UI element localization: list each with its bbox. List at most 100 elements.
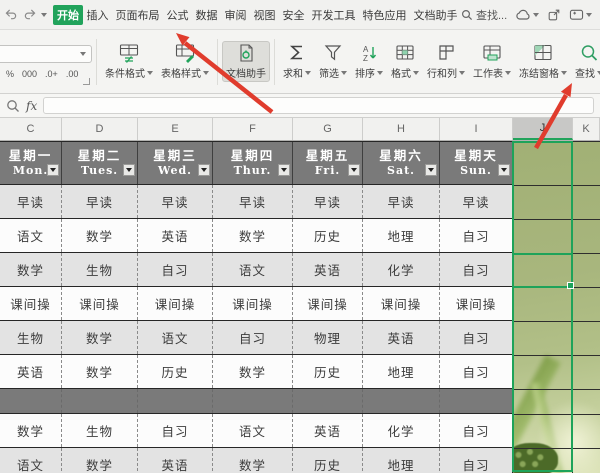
- table-cell[interactable]: 语文: [213, 414, 293, 447]
- column-header-g[interactable]: G: [293, 118, 363, 140]
- table-cell[interactable]: 早读: [62, 185, 138, 218]
- tab-review[interactable]: 审阅: [221, 4, 250, 26]
- column-header-k[interactable]: K: [573, 118, 600, 140]
- column-header-d[interactable]: D: [62, 118, 138, 140]
- tab-document-assistant[interactable]: 文档助手: [410, 4, 461, 26]
- tab-special-features[interactable]: 特色应用: [359, 4, 410, 26]
- table-cell[interactable]: 课间操: [440, 287, 513, 320]
- table-cell[interactable]: 早读: [440, 185, 513, 218]
- filter-dropdown-icon[interactable]: [47, 164, 59, 176]
- table-cell[interactable]: 自习: [440, 414, 513, 447]
- day-header-sunday[interactable]: 星期天 Sun.: [440, 142, 513, 184]
- table-cell[interactable]: 课间操: [293, 287, 363, 320]
- filter-dropdown-icon[interactable]: [198, 164, 210, 176]
- name-box-icon[interactable]: [6, 99, 20, 113]
- table-cell[interactable]: [138, 389, 213, 413]
- tab-page-layout[interactable]: 页面布局: [112, 4, 163, 26]
- worksheet-button[interactable]: 工作表: [469, 41, 515, 82]
- column-header-c[interactable]: C: [0, 118, 62, 140]
- table-cell[interactable]: 化学: [363, 414, 440, 447]
- table-style-button[interactable]: 表格样式: [157, 41, 213, 82]
- table-cell[interactable]: 自习: [213, 321, 293, 354]
- filter-dropdown-icon[interactable]: [348, 164, 360, 176]
- sort-button[interactable]: AZ 排序: [351, 41, 387, 82]
- decrease-decimal-icon[interactable]: .00: [66, 69, 79, 79]
- tab-data[interactable]: 数据: [192, 4, 221, 26]
- table-cell[interactable]: 历史: [293, 448, 363, 473]
- filter-button[interactable]: 筛选: [315, 41, 351, 82]
- column-header-j-selected[interactable]: J: [513, 118, 573, 140]
- table-cell[interactable]: 数学: [62, 219, 138, 252]
- tab-developer-tools[interactable]: 开发工具: [308, 4, 359, 26]
- table-cell[interactable]: 语文: [138, 321, 213, 354]
- undo-dropdown-icon[interactable]: [41, 12, 47, 17]
- table-cell[interactable]: 课间操: [363, 287, 440, 320]
- day-header-friday[interactable]: 星期五 Fri.: [293, 142, 363, 184]
- tab-home[interactable]: 开始: [53, 4, 83, 25]
- table-cell[interactable]: 课间操: [213, 287, 293, 320]
- find-button[interactable]: 查找: [571, 41, 600, 82]
- increase-decimal-icon[interactable]: .0+: [45, 69, 58, 79]
- column-header-h[interactable]: H: [363, 118, 440, 140]
- percent-style-icon[interactable]: %: [6, 69, 14, 79]
- table-cell[interactable]: 地理: [363, 448, 440, 473]
- document-assistant-button[interactable]: 文档助手: [222, 41, 270, 82]
- table-cell[interactable]: 数学: [62, 321, 138, 354]
- table-cell[interactable]: 数学: [62, 448, 138, 473]
- table-cell[interactable]: 英语: [293, 414, 363, 447]
- share-icon[interactable]: [547, 8, 561, 22]
- table-cell[interactable]: 语文: [0, 448, 62, 473]
- table-cell[interactable]: 自习: [138, 414, 213, 447]
- table-cell[interactable]: 生物: [0, 321, 62, 354]
- table-cell[interactable]: 早读: [293, 185, 363, 218]
- table-cell[interactable]: [293, 389, 363, 413]
- switch-window-icon[interactable]: [569, 8, 593, 21]
- tab-formulas[interactable]: 公式: [163, 4, 192, 26]
- table-cell[interactable]: 课间操: [138, 287, 213, 320]
- table-cell[interactable]: 数学: [213, 219, 293, 252]
- table-cell[interactable]: 英语: [0, 355, 62, 388]
- table-cell[interactable]: 生物: [62, 253, 138, 286]
- table-cell[interactable]: 历史: [293, 355, 363, 388]
- day-header-saturday[interactable]: 星期六 Sat.: [363, 142, 440, 184]
- column-header-e[interactable]: E: [138, 118, 213, 140]
- day-header-monday[interactable]: 星期一 Mon.: [0, 142, 62, 184]
- sum-button[interactable]: 求和: [279, 41, 315, 82]
- table-cell[interactable]: 语文: [0, 219, 62, 252]
- table-cell[interactable]: 英语: [138, 219, 213, 252]
- tab-security[interactable]: 安全: [279, 4, 308, 26]
- table-cell[interactable]: 数学: [62, 355, 138, 388]
- table-cell[interactable]: 早读: [0, 185, 62, 218]
- table-cell[interactable]: 数学: [0, 414, 62, 447]
- table-cell[interactable]: 数学: [213, 355, 293, 388]
- table-cell[interactable]: 地理: [363, 219, 440, 252]
- table-cell[interactable]: 课间操: [0, 287, 62, 320]
- table-cell[interactable]: 课间操: [62, 287, 138, 320]
- table-cell[interactable]: 自习: [440, 219, 513, 252]
- format-button[interactable]: 格式: [387, 41, 423, 82]
- table-cell[interactable]: [213, 389, 293, 413]
- filter-dropdown-icon[interactable]: [498, 164, 510, 176]
- table-cell[interactable]: 自习: [440, 321, 513, 354]
- day-header-wednesday[interactable]: 星期三 Wed.: [138, 142, 213, 184]
- fill-handle[interactable]: [567, 282, 574, 289]
- filter-dropdown-icon[interactable]: [123, 164, 135, 176]
- table-cell[interactable]: 自习: [440, 253, 513, 286]
- dialog-launcher-icon[interactable]: [83, 78, 90, 85]
- day-header-thursday[interactable]: 星期四 Thur.: [213, 142, 293, 184]
- menu-search[interactable]: 查找...: [461, 7, 507, 23]
- table-cell[interactable]: 数学: [213, 448, 293, 473]
- column-header-f[interactable]: F: [213, 118, 293, 140]
- rows-columns-button[interactable]: 行和列: [423, 41, 469, 82]
- tab-insert[interactable]: 插入: [83, 4, 112, 26]
- filter-dropdown-icon[interactable]: [425, 164, 437, 176]
- table-cell[interactable]: 生物: [62, 414, 138, 447]
- table-cell[interactable]: 早读: [213, 185, 293, 218]
- cloud-sync-icon[interactable]: [515, 8, 540, 21]
- table-cell[interactable]: 地理: [363, 355, 440, 388]
- table-cell[interactable]: 自习: [440, 355, 513, 388]
- day-header-tuesday[interactable]: 星期二 Tues.: [62, 142, 138, 184]
- table-cell[interactable]: 早读: [363, 185, 440, 218]
- filter-dropdown-icon[interactable]: [278, 164, 290, 176]
- column-header-i[interactable]: I: [440, 118, 513, 140]
